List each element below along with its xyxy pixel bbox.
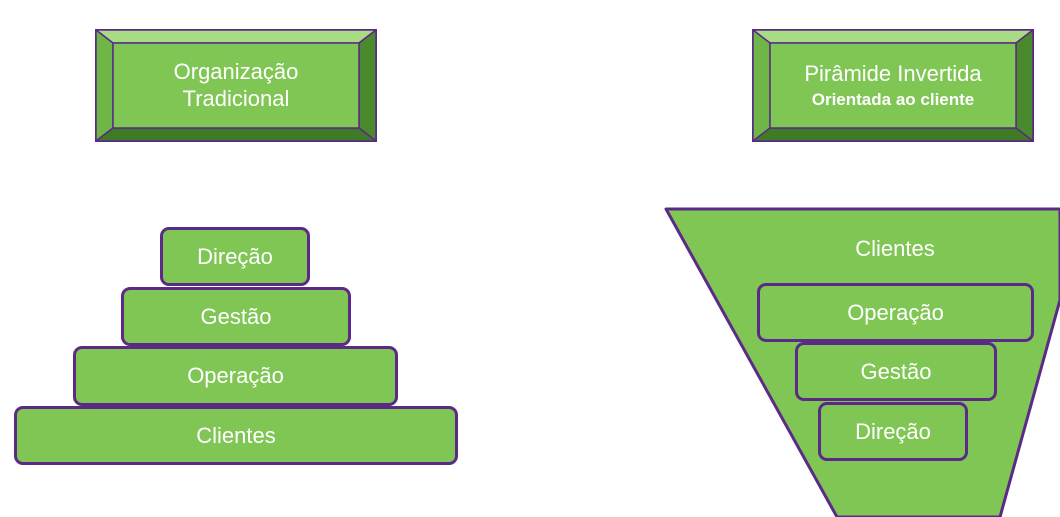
- diagram-canvas: Organização Tradicional Pirâmide Inverti…: [0, 0, 1060, 517]
- inverted-layer-direcao: Direção: [818, 402, 968, 461]
- layer-label: Gestão: [860, 358, 932, 384]
- inverted-layer-operacao: Operação: [757, 283, 1034, 342]
- inverted-layer-gestao: Gestão: [795, 342, 997, 401]
- layer-label: Operação: [847, 299, 944, 325]
- inverted-pyramid-top-label: Clientes: [855, 236, 935, 261]
- layer-label: Direção: [855, 418, 931, 444]
